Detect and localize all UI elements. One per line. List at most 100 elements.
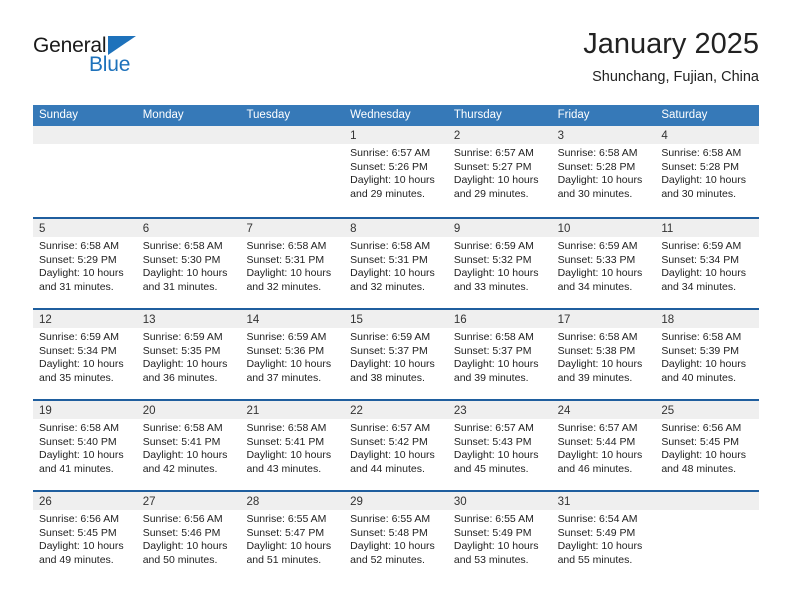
calendar-day-cell[interactable]: 26 Sunrise: 6:56 AM Sunset: 5:45 PM Dayligh… (33, 492, 137, 581)
day-number-band (33, 126, 137, 144)
calendar-day-cell[interactable]: 15 Sunrise: 6:59 AM Sunset: 5:37 PM Dayligh… (344, 310, 448, 399)
day-number: 16 (453, 314, 467, 326)
sunrise-text: Sunrise: 6:59 AM (557, 240, 638, 252)
general-blue-logo[interactable]: General Blue (33, 34, 153, 86)
day-number: 8 (350, 223, 357, 235)
daylight-text-line2: and 29 minutes. (453, 187, 529, 200)
sunset-text: Sunset: 5:45 PM (661, 435, 739, 448)
daylight-text-line2: and 39 minutes. (453, 371, 529, 384)
daylight-text-line2: and 53 minutes. (453, 553, 529, 566)
sunset-text: Sunset: 5:49 PM (557, 526, 636, 539)
daylight-text-line1: Daylight: 10 hours (246, 358, 332, 371)
page-subtitle: Shunchang, Fujian, China (592, 69, 759, 85)
calendar-day-cell[interactable]: 10 Sunrise: 6:59 AM Sunset: 5:33 PM Dayligh… (551, 219, 656, 308)
calendar-day-cell[interactable]: 2 Sunrise: 6:57 AM Sunset: 5:27 PM Daylight… (447, 126, 552, 217)
calendar-day-cell[interactable]: 4 Sunrise: 6:58 AM Sunset: 5:28 PM Daylight… (655, 126, 760, 217)
calendar-day-cell[interactable]: 1 Sunrise: 6:57 AM Sunset: 5:26 PM Daylight… (344, 126, 448, 217)
day-number: 23 (453, 405, 467, 417)
calendar-day-cell[interactable]: 16 Sunrise: 6:58 AM Sunset: 5:37 PM Dayligh… (447, 310, 552, 399)
sunrise-text: Sunrise: 6:58 AM (557, 331, 638, 343)
calendar-day-cell[interactable]: 18 Sunrise: 6:58 AM Sunset: 5:39 PM Dayligh… (655, 310, 760, 399)
day-details: Sunrise: 6:59 AM Sunset: 5:34 PM Daylight:… (655, 237, 759, 294)
calendar-day-cell[interactable]: 24 Sunrise: 6:57 AM Sunset: 5:44 PM Dayligh… (551, 401, 656, 490)
calendar-day-cell[interactable]: 7 Sunrise: 6:58 AM Sunset: 5:31 PM Daylight… (240, 219, 345, 308)
day-number-band: 12 (33, 310, 137, 328)
day-number: 31 (557, 496, 571, 508)
calendar-day-cell[interactable]: 13 Sunrise: 6:59 AM Sunset: 5:35 PM Dayligh… (136, 310, 241, 399)
daylight-text-line2: and 31 minutes. (142, 280, 218, 293)
sunrise-text: Sunrise: 6:59 AM (39, 331, 119, 343)
daylight-text-line1: Daylight: 10 hours (142, 267, 228, 280)
day-number: 3 (557, 130, 564, 142)
day-number: 15 (350, 314, 363, 326)
daylight-text-line1: Daylight: 10 hours (350, 267, 435, 280)
day-number-band: 8 (344, 219, 448, 237)
calendar-page: General Blue January 2025 Shunchang, Fuj… (0, 0, 792, 612)
calendar-day-cell[interactable]: 25 Sunrise: 6:56 AM Sunset: 5:45 PM Dayligh… (655, 401, 760, 490)
sunrise-text: Sunrise: 6:59 AM (661, 240, 742, 252)
day-number: 25 (661, 405, 675, 417)
sunset-text: Sunset: 5:47 PM (246, 526, 325, 539)
calendar-day-cell[interactable]: 28 Sunrise: 6:55 AM Sunset: 5:47 PM Dayligh… (240, 492, 345, 581)
calendar-day-cell[interactable]: 9 Sunrise: 6:59 AM Sunset: 5:32 PM Daylight… (447, 219, 552, 308)
calendar-day-cell-empty (240, 126, 345, 217)
sunset-text: Sunset: 5:39 PM (661, 344, 739, 357)
calendar-day-cell[interactable]: 20 Sunrise: 6:58 AM Sunset: 5:41 PM Dayligh… (136, 401, 241, 490)
calendar-day-cell[interactable]: 12 Sunrise: 6:59 AM Sunset: 5:34 PM Dayligh… (33, 310, 137, 399)
day-number-band: 11 (655, 219, 760, 237)
day-number-band: 21 (240, 401, 345, 419)
sunset-text: Sunset: 5:36 PM (246, 344, 325, 357)
daylight-text-line2: and 37 minutes. (246, 371, 322, 384)
sunset-text: Sunset: 5:38 PM (557, 344, 636, 357)
daylight-text-line2: and 55 minutes. (557, 553, 633, 566)
sunset-text: Sunset: 5:37 PM (453, 344, 532, 357)
daylight-text-line2: and 41 minutes. (39, 462, 114, 475)
daylight-text-line2: and 52 minutes. (350, 553, 425, 566)
calendar-day-cell[interactable]: 19 Sunrise: 6:58 AM Sunset: 5:40 PM Dayligh… (33, 401, 137, 490)
sunset-text: Sunset: 5:32 PM (453, 253, 532, 266)
sunset-text: Sunset: 5:45 PM (39, 526, 117, 539)
calendar-day-cell[interactable]: 23 Sunrise: 6:57 AM Sunset: 5:43 PM Dayligh… (447, 401, 552, 490)
daylight-text-line2: and 34 minutes. (661, 280, 737, 293)
calendar-day-cell[interactable]: 8 Sunrise: 6:58 AM Sunset: 5:31 PM Daylight… (344, 219, 448, 308)
sunrise-text: Sunrise: 6:55 AM (453, 513, 534, 525)
day-number: 17 (557, 314, 571, 326)
day-details: Sunrise: 6:58 AM Sunset: 5:41 PM Daylight:… (240, 419, 344, 476)
calendar-day-cell[interactable]: 11 Sunrise: 6:59 AM Sunset: 5:34 PM Dayligh… (655, 219, 760, 308)
calendar-day-cell[interactable]: 17 Sunrise: 6:58 AM Sunset: 5:38 PM Dayligh… (551, 310, 656, 399)
day-details: Sunrise: 6:55 AM Sunset: 5:49 PM Daylight:… (448, 510, 552, 567)
day-details: Sunrise: 6:58 AM Sunset: 5:31 PM Daylight:… (240, 237, 344, 294)
daylight-text-line1: Daylight: 10 hours (453, 267, 539, 280)
calendar-day-cell[interactable]: 22 Sunrise: 6:57 AM Sunset: 5:42 PM Dayligh… (344, 401, 448, 490)
calendar-day-cell[interactable]: 27 Sunrise: 6:56 AM Sunset: 5:46 PM Dayligh… (136, 492, 241, 581)
sunset-text: Sunset: 5:34 PM (39, 344, 117, 357)
calendar-day-cell[interactable]: 29 Sunrise: 6:55 AM Sunset: 5:48 PM Dayligh… (344, 492, 448, 581)
calendar-week-row: 26 Sunrise: 6:56 AM Sunset: 5:45 PM Dayligh… (33, 490, 760, 581)
day-details: Sunrise: 6:57 AM Sunset: 5:44 PM Daylight:… (552, 419, 656, 476)
day-details: Sunrise: 6:57 AM Sunset: 5:43 PM Daylight:… (448, 419, 552, 476)
day-details: Sunrise: 6:57 AM Sunset: 5:27 PM Daylight:… (448, 144, 552, 201)
day-number: 26 (39, 496, 52, 508)
day-details: Sunrise: 6:56 AM Sunset: 5:45 PM Daylight:… (655, 419, 759, 476)
calendar-day-cell[interactable]: 30 Sunrise: 6:55 AM Sunset: 5:49 PM Dayligh… (447, 492, 552, 581)
calendar-day-cell[interactable]: 21 Sunrise: 6:58 AM Sunset: 5:41 PM Dayligh… (240, 401, 345, 490)
day-number-band: 29 (344, 492, 448, 510)
calendar-day-cell[interactable]: 6 Sunrise: 6:58 AM Sunset: 5:30 PM Daylight… (136, 219, 241, 308)
calendar-day-cell[interactable]: 3 Sunrise: 6:58 AM Sunset: 5:28 PM Daylight… (551, 126, 656, 217)
daylight-text-line1: Daylight: 10 hours (453, 174, 539, 187)
calendar-day-cell[interactable]: 5 Sunrise: 6:58 AM Sunset: 5:29 PM Daylight… (33, 219, 137, 308)
sunrise-text: Sunrise: 6:58 AM (661, 147, 742, 159)
day-number-band (240, 126, 345, 144)
day-number-band: 19 (33, 401, 137, 419)
day-number-band: 4 (655, 126, 760, 144)
calendar-day-cell[interactable]: 31 Sunrise: 6:54 AM Sunset: 5:49 PM Dayligh… (551, 492, 656, 581)
day-number-band: 13 (136, 310, 241, 328)
day-number: 28 (246, 496, 260, 508)
day-number-band: 24 (551, 401, 656, 419)
day-number: 13 (142, 314, 156, 326)
calendar-day-cell[interactable]: 14 Sunrise: 6:59 AM Sunset: 5:36 PM Dayligh… (240, 310, 345, 399)
day-number: 22 (350, 405, 363, 417)
daylight-text-line2: and 35 minutes. (39, 371, 114, 384)
sunrise-text: Sunrise: 6:54 AM (557, 513, 638, 525)
day-number-band: 5 (33, 219, 137, 237)
